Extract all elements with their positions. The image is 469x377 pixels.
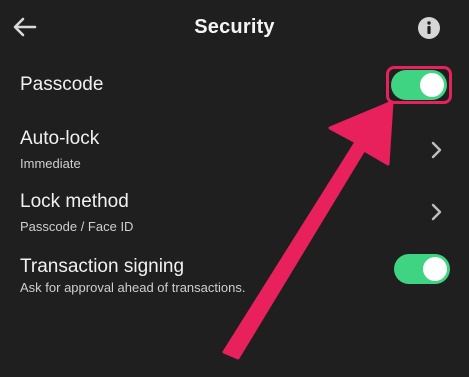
toggle-knob bbox=[423, 257, 447, 281]
lock-method-row[interactable]: Lock method Passcode / Face ID bbox=[0, 183, 469, 241]
lock-method-value: Passcode / Face ID bbox=[20, 219, 134, 234]
chevron-right-icon bbox=[431, 203, 442, 221]
lock-method-label: Lock method bbox=[20, 191, 129, 212]
autolock-value: Immediate bbox=[20, 156, 81, 171]
autolock-label: Auto-lock bbox=[20, 128, 100, 149]
info-icon bbox=[418, 17, 440, 39]
transaction-signing-toggle[interactable] bbox=[394, 254, 450, 284]
transaction-signing-description: Ask for approval ahead of transactions. bbox=[20, 280, 246, 295]
page-title: Security bbox=[194, 16, 275, 38]
info-button[interactable] bbox=[417, 16, 441, 40]
transaction-signing-label: Transaction signing bbox=[20, 256, 185, 277]
header: Security bbox=[0, 0, 469, 58]
autolock-row[interactable]: Auto-lock Immediate bbox=[0, 120, 469, 178]
annotation-highlight-box bbox=[386, 66, 452, 104]
chevron-right-icon bbox=[431, 141, 442, 159]
passcode-label: Passcode bbox=[20, 74, 104, 95]
